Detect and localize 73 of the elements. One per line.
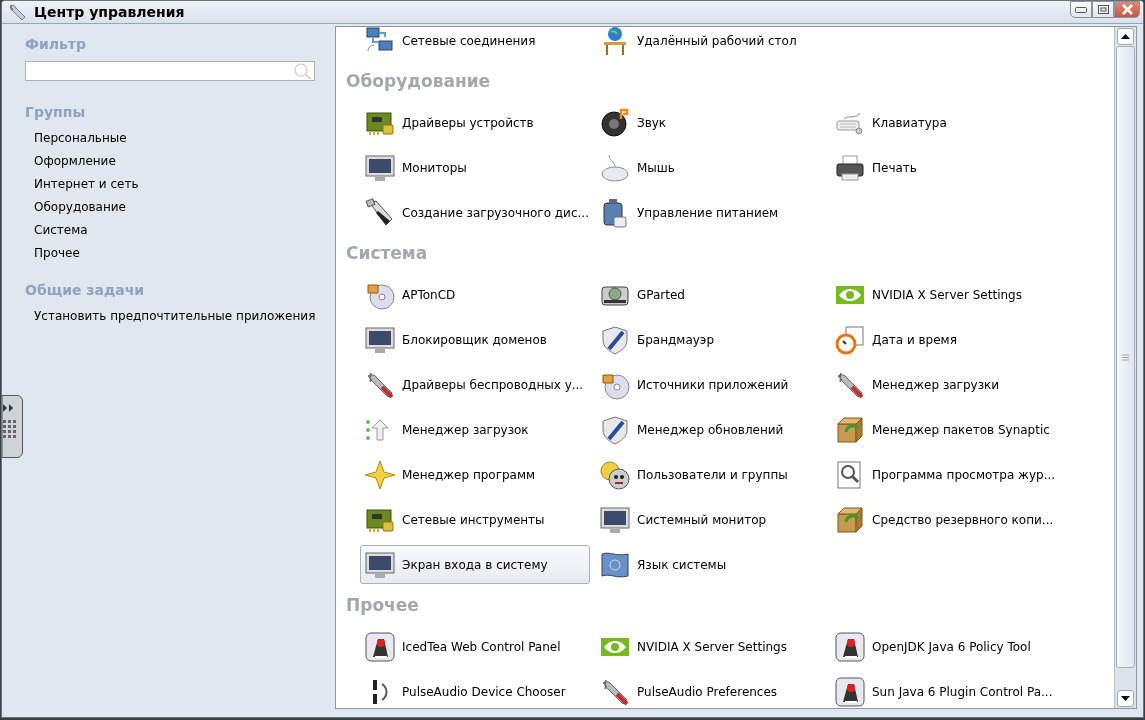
scroll-down-button[interactable] <box>1117 690 1134 707</box>
app-launcher[interactable]: APTonCD <box>360 275 590 314</box>
close-icon <box>1121 4 1133 15</box>
app-launcher[interactable]: GParted <box>595 275 825 314</box>
app-launcher[interactable]: Экран входа в систему <box>360 545 590 584</box>
app-launcher[interactable]: Менеджер обновлений <box>595 410 825 449</box>
app-launcher[interactable]: Менеджер загрузок <box>360 410 590 449</box>
app-launcher[interactable]: Создание загрузочного дис... <box>360 193 590 232</box>
group-link[interactable]: Оборудование <box>34 198 126 217</box>
caret-down-icon <box>1121 696 1130 701</box>
app-launcher[interactable]: Источники приложений <box>595 365 825 404</box>
scrollbar-thumb[interactable] <box>1116 46 1135 668</box>
section-heading: Оборудование <box>346 70 492 93</box>
speaker-icon <box>599 106 631 139</box>
app-launcher[interactable]: Сетевые инструменты <box>360 500 590 539</box>
caret-up-icon <box>1121 34 1130 39</box>
group-link[interactable]: Интернет и сеть <box>34 175 139 194</box>
app-launcher[interactable]: Дата и время <box>830 320 1060 359</box>
app-launcher[interactable]: Программа просмотра жур... <box>830 455 1060 494</box>
group-link[interactable]: Система <box>34 221 88 240</box>
shield-icon <box>599 413 631 446</box>
app-launcher[interactable]: NVIDIA X Server Settings <box>595 627 825 666</box>
app-launcher[interactable]: Брандмауэр <box>595 320 825 359</box>
filter-heading: Фильтр <box>25 36 87 52</box>
app-launcher[interactable]: Удалённый рабочий стол <box>595 27 825 60</box>
app-launcher[interactable]: Мышь <box>595 148 825 187</box>
app-launcher[interactable]: NVIDIA X Server Settings <box>830 275 1060 314</box>
group-link[interactable]: Прочее <box>34 244 80 263</box>
clock-icon <box>834 323 866 356</box>
maximize-button[interactable] <box>1092 1 1114 18</box>
app-launcher[interactable]: Мониторы <box>360 148 590 187</box>
java-app-icon <box>364 630 396 663</box>
star-icon <box>364 458 396 491</box>
search-icon <box>292 62 314 80</box>
app-launcher[interactable]: Управление питанием <box>595 193 825 232</box>
app-launcher[interactable]: PulseAudio Device Chooser <box>360 672 590 708</box>
app-launcher[interactable]: Звук <box>595 103 825 142</box>
task-link[interactable]: Установить предпочтительные приложения <box>34 307 316 326</box>
app-launcher[interactable]: Sun Java 6 Plugin Control Pa... <box>830 672 1060 708</box>
app-launcher[interactable]: Системный монитор <box>595 500 825 539</box>
app-launcher[interactable]: OpenJDK Java 6 Policy Tool <box>830 627 1060 666</box>
minimize-icon <box>1075 6 1087 13</box>
panel-handle[interactable] <box>2 395 23 458</box>
section-heading: Прочее <box>346 594 420 617</box>
search-field[interactable] <box>25 61 315 81</box>
group-link[interactable]: Персональные <box>34 129 127 148</box>
minimize-button[interactable] <box>1070 1 1092 18</box>
window-title: Центр управления <box>34 4 186 20</box>
app-launcher[interactable]: Средство резервного копи... <box>830 500 1060 539</box>
app-launcher[interactable]: Печать <box>830 148 1060 187</box>
java-app-icon <box>834 630 866 663</box>
app-launcher[interactable]: Язык системы <box>595 545 825 584</box>
app-launcher[interactable]: Блокировщик доменов <box>360 320 590 359</box>
app-launcher[interactable]: Клавиатура <box>830 103 1060 142</box>
app-launcher[interactable]: Драйверы устройств <box>360 103 590 142</box>
app-launcher[interactable]: Сетевые соединения <box>360 27 590 60</box>
app-launcher[interactable]: Менеджер программ <box>360 455 590 494</box>
scroll-up-button[interactable] <box>1117 28 1134 45</box>
app-launcher[interactable]: Пользователи и группы <box>595 455 825 494</box>
shield-icon <box>599 323 631 356</box>
group-link[interactable]: Оформление <box>34 152 116 171</box>
app-launcher[interactable]: PulseAudio Preferences <box>595 672 825 708</box>
app-launcher[interactable]: Менеджер загрузки <box>830 365 1060 404</box>
app-launcher[interactable]: Менеджер пакетов Synaptic <box>830 410 1060 449</box>
tasks-heading: Общие задачи <box>25 282 146 298</box>
app-launcher[interactable]: Драйверы беспроводных у... <box>360 365 590 404</box>
app-launcher[interactable]: IcedTea Web Control Panel <box>360 627 590 666</box>
section-heading: Система <box>346 242 429 265</box>
close-button[interactable] <box>1114 1 1140 18</box>
groups-heading: Группы <box>25 104 87 120</box>
scrollbar[interactable] <box>1114 27 1136 708</box>
maximize-icon <box>1097 5 1109 14</box>
smiley-faces-icon <box>599 458 631 491</box>
